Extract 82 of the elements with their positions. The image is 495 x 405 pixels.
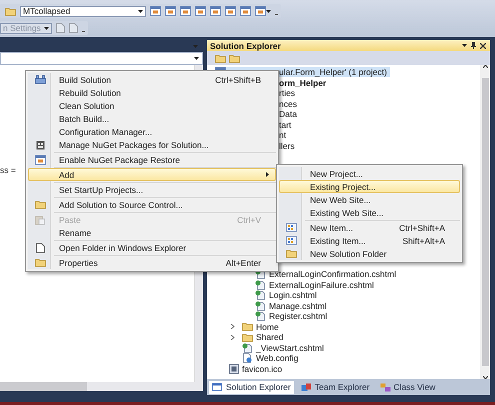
menu-item[interactable]: Enable NuGet Package Restore [28, 153, 276, 166]
window-icon [212, 382, 223, 392]
window-icon [210, 6, 221, 16]
document-icon [36, 242, 44, 252]
caret-icon [138, 10, 143, 12]
caret-icon [194, 57, 199, 60]
folder-icon [5, 6, 16, 16]
clipboard-icon [35, 214, 45, 224]
submenu-arrow-icon [266, 172, 269, 177]
folder-icon [286, 249, 296, 258]
menu-item[interactable]: Batch Build... [28, 112, 276, 125]
folder-icon [229, 54, 240, 62]
window-icon [180, 6, 191, 16]
folder-icon [34, 200, 46, 209]
menu-item[interactable]: Add [28, 168, 276, 181]
web-page-icon [255, 290, 266, 300]
tree-item[interactable]: _ViewStart.cshtml [256, 342, 324, 353]
tree-item[interactable]: Register.cshtml [269, 311, 328, 322]
tree-item[interactable]: ExternalLoginConfirmation.cshtml [269, 269, 396, 280]
caret-icon [44, 26, 49, 30]
window-icon [255, 6, 266, 16]
menu-item[interactable]: Manage NuGet Packages for Solution... [28, 138, 276, 151]
menu-item[interactable]: Existing Project... [279, 180, 460, 193]
tree-item[interactable]: favicon.ico [242, 364, 282, 374]
window-icon [195, 6, 206, 16]
image-file-icon [229, 364, 239, 374]
menu-item[interactable]: Set StartUp Projects... [28, 183, 276, 196]
caret-icon [266, 10, 271, 12]
panel-tab[interactable]: Team Explorer [298, 380, 373, 394]
window-icon [225, 6, 236, 16]
scroll-down-icon[interactable] [482, 376, 488, 379]
menu-item[interactable]: Configuration Manager... [28, 125, 276, 138]
configuration-combo[interactable]: MTcollapsed [20, 6, 146, 16]
tree-item[interactable]: Manage.cshtml [269, 300, 327, 311]
menu-item[interactable]: New Solution Folder [279, 247, 460, 260]
menu-item[interactable]: Clean Solution [28, 99, 276, 112]
panel-tab[interactable]: Solution Explorer [209, 380, 294, 394]
menu-item[interactable]: New Project... [279, 167, 460, 180]
dropdown-caret-icon [462, 44, 467, 47]
menu-item[interactable]: New Web Site... [279, 193, 460, 206]
menu-item[interactable]: Add Solution to Source Control... [28, 198, 276, 211]
menu-item[interactable]: Existing Item... Shift+Alt+A [279, 234, 460, 247]
config-file-icon [242, 353, 253, 364]
grid-icon [286, 223, 296, 232]
menu-item[interactable]: Open Folder in Windows Explorer [28, 241, 276, 254]
window-icon [240, 6, 251, 16]
tree-item[interactable]: Shared [256, 332, 284, 342]
menu-item[interactable]: Rename [28, 226, 276, 239]
menu-item[interactable]: Rebuild Solution [28, 86, 276, 99]
panel-tab[interactable]: Class View [376, 380, 438, 394]
diagram-icon [380, 382, 391, 392]
tree-item[interactable]: Home [256, 322, 279, 332]
bricks-icon [34, 75, 46, 84]
dropdown-caret-icon [193, 44, 198, 48]
tree-item[interactable]: Login.cshtml [269, 290, 317, 300]
chevron-icon[interactable] [230, 334, 235, 340]
close-icon[interactable] [480, 42, 486, 48]
web-page-icon [242, 342, 253, 353]
horizontal-scrollbar[interactable] [0, 382, 203, 391]
folder-icon [242, 322, 253, 332]
grid-icon [286, 236, 296, 245]
web-page-icon [255, 311, 266, 322]
vertical-scrollbar[interactable] [480, 65, 490, 379]
scroll-up-icon[interactable] [482, 65, 488, 68]
folder-icon [215, 54, 226, 62]
web-page-icon [255, 280, 266, 290]
people-icon [300, 382, 312, 392]
menu-item[interactable]: Existing Web Site... [279, 206, 460, 219]
window-icon [150, 6, 161, 16]
pin-icon[interactable] [471, 42, 476, 49]
web-page-icon [255, 300, 266, 311]
tree-item[interactable]: ExternalLoginFailure.cshtml [269, 280, 374, 290]
window-icon [165, 6, 176, 16]
tree-item[interactable]: Web.config [256, 353, 298, 364]
chevron-icon[interactable] [230, 324, 235, 330]
folder-icon [34, 258, 46, 267]
panel-title: Solution Explorer [210, 40, 281, 50]
package-icon [36, 140, 44, 150]
menu-item[interactable]: New Item... Ctrl+Shift+A [279, 221, 460, 234]
window-icon [34, 154, 46, 164]
folder-icon [242, 332, 253, 342]
menu-item[interactable]: Properties Alt+Enter [28, 256, 276, 269]
